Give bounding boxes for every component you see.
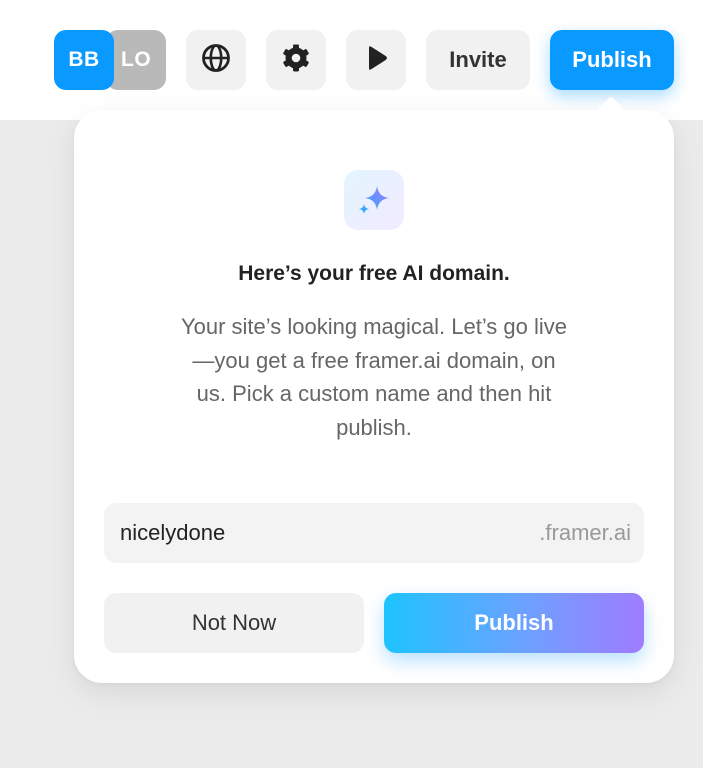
popover-title: Here’s your free AI domain. (238, 262, 510, 285)
invite-button[interactable]: Invite (426, 30, 530, 90)
publish-popover: Here’s your free AI domain. Your site’s … (74, 95, 674, 683)
domain-input-value[interactable]: nicelydone (120, 520, 539, 546)
play-icon (361, 43, 391, 78)
top-toolbar: LO BB Invite Publish (0, 0, 703, 120)
language-button[interactable] (186, 30, 246, 90)
preview-button[interactable] (346, 30, 406, 90)
globe-icon (201, 43, 231, 78)
settings-button[interactable] (266, 30, 326, 90)
popover-description: Your site’s looking magical. Let’s go li… (180, 314, 568, 440)
avatar-bb[interactable]: BB (54, 30, 114, 90)
publish-button[interactable]: Publish (550, 30, 674, 90)
avatar-lo[interactable]: LO (106, 30, 166, 90)
popover-publish-button[interactable]: Publish (384, 593, 644, 653)
not-now-button[interactable]: Not Now (104, 593, 364, 653)
sparkles-icon (344, 170, 404, 230)
domain-input[interactable]: nicelydone .framer.ai (104, 503, 644, 563)
gear-icon (281, 43, 311, 78)
domain-suffix: .framer.ai (539, 520, 631, 545)
